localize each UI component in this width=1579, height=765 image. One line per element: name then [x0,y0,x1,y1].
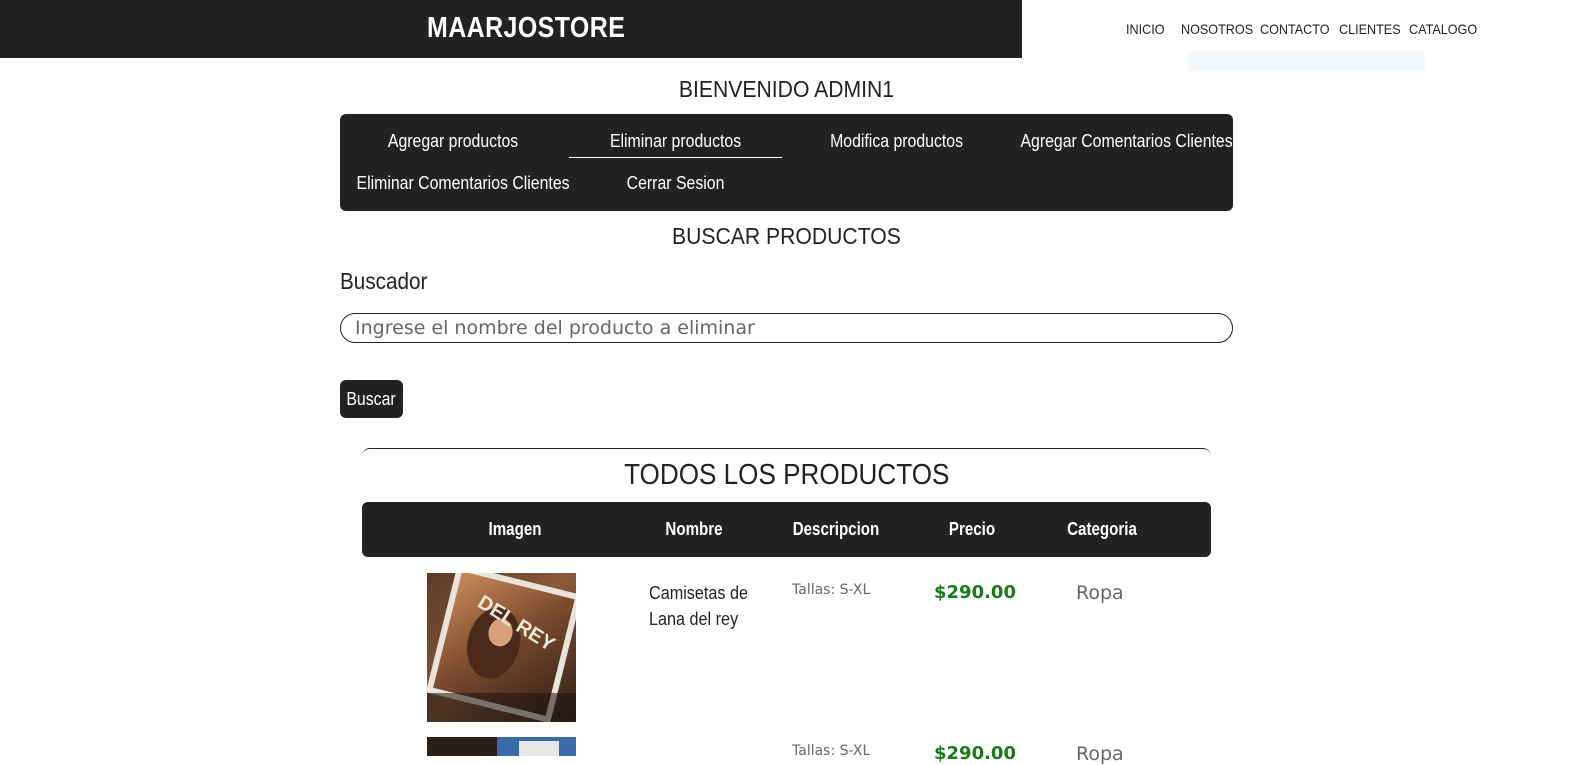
product-photo-icon: DEL REY [427,573,576,722]
nav-contacto[interactable]: CONTACTO [1260,21,1330,37]
search-button[interactable]: Buscar [340,380,403,418]
nav-catalogo[interactable]: CATALOGO [1409,21,1477,37]
menu-modifica-productos[interactable]: Modifica productos [785,131,1008,152]
product-image [427,737,576,756]
welcome-heading: BIENVENIDO ADMIN1 [678,76,895,102]
faded-overlay [1188,51,1425,71]
menu-eliminar-comentarios[interactable]: Eliminar Comentarios Clientes [342,173,570,194]
search-title: BUSCAR PRODUCTOS [672,223,901,249]
search-input[interactable] [340,313,1233,343]
col-precio: Precio [948,519,996,539]
menu-cerrar-sesion[interactable]: Cerrar Sesion [564,173,787,194]
table-header: Imagen Nombre Descripcion Precio Categor… [362,502,1211,557]
nav-clientes[interactable]: CLIENTES [1339,21,1401,37]
menu-agregar-comentarios[interactable]: Agregar Comentarios Clientes [1006,131,1232,152]
product-name: Camisetas de Lana del rey [649,583,749,629]
nav-nosotros[interactable]: NOSOTROS [1181,21,1253,37]
product-photo-icon [427,737,576,756]
products-title: TODOS LOS PRODUCTOS [623,459,950,491]
nav-inicio[interactable]: INICIO [1126,21,1165,37]
product-description: Tallas: S-XL [792,582,871,598]
product-price: $290.00 [934,582,1016,603]
menu-eliminar-productos[interactable]: Eliminar productos [564,131,787,158]
menu-agregar-productos[interactable]: Agregar productos [342,131,565,152]
admin-menu: Agregar productos Eliminar productos Mod… [340,114,1233,211]
product-image: DEL REY [427,573,576,722]
product-category: Ropa [1076,743,1124,765]
header-bar: MAARJOSTORE [0,0,1022,58]
product-category: Ropa [1076,582,1124,604]
products-section: TODOS LOS PRODUCTOS Imagen Nombre Descri… [362,448,1211,765]
brand-logo[interactable]: MAARJOSTORE [427,12,625,45]
product-price: $290.00 [934,743,1016,764]
col-categoria: Categoria [1067,519,1137,539]
product-description: Tallas: S-XL [792,743,871,759]
search-label: Buscador [340,268,428,294]
col-imagen: Imagen [488,519,542,539]
col-nombre: Nombre [665,519,723,539]
col-descripcion: Descripcion [792,519,880,539]
